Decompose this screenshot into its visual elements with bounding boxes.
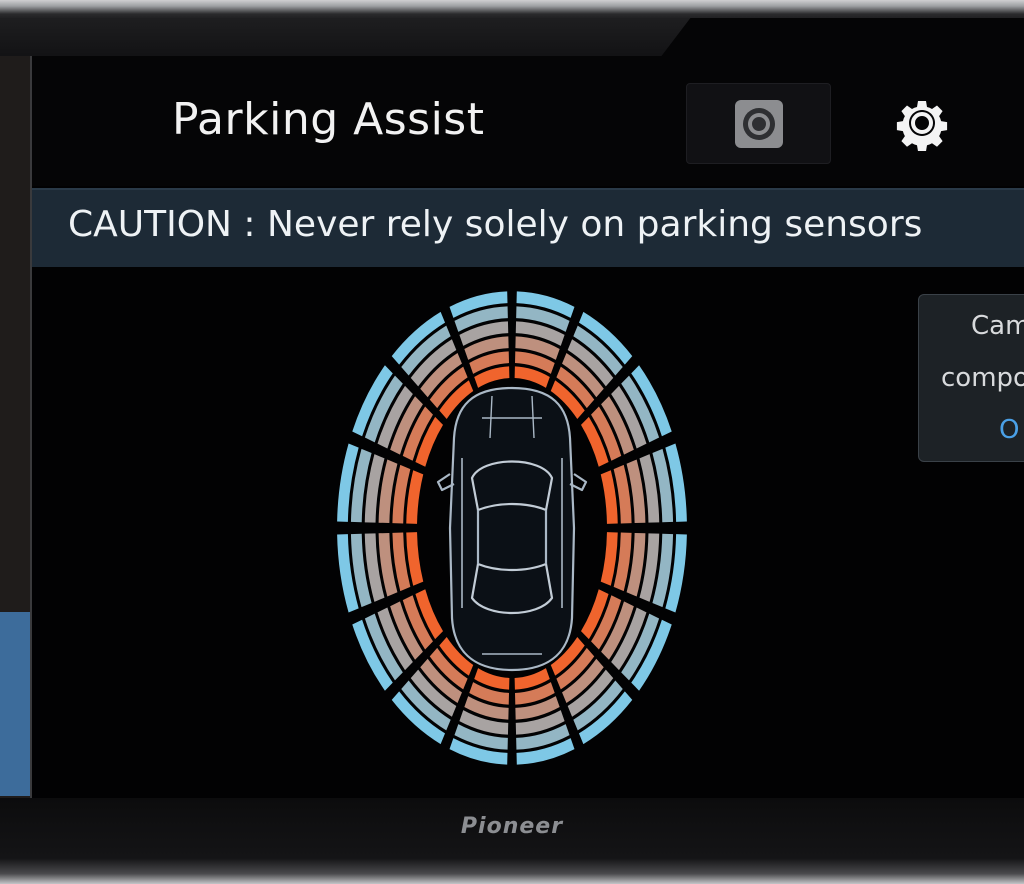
sensor-segment [600, 470, 618, 524]
caution-text: CAUTION : Never rely solely on parking s… [68, 204, 923, 245]
parking-sensor-display [332, 278, 692, 778]
sensor-segment [406, 532, 424, 586]
popup-line-1: Cam [971, 311, 1024, 341]
left-side-panel [0, 56, 32, 798]
sensor-rings [337, 291, 687, 765]
gear-icon [896, 101, 948, 151]
popup-ok-link[interactable]: O [999, 415, 1019, 445]
camera-popup[interactable]: Cam compo O [918, 294, 1024, 462]
sensor-segment [600, 532, 618, 586]
app-header: Parking Assist [32, 56, 1024, 186]
popup-line-2: compo [941, 363, 1024, 393]
page-title: Parking Assist [172, 94, 485, 145]
caution-banner: CAUTION : Never rely solely on parking s… [32, 188, 1024, 267]
settings-button[interactable] [882, 88, 962, 158]
top-bezel-accent [660, 18, 1024, 58]
sensor-segment [406, 470, 424, 524]
bottom-bezel: Pioneer [0, 798, 1024, 884]
side-panel-highlight[interactable] [0, 612, 30, 796]
head-unit-device: Parking Assist CAUTION: Never rely sole… [0, 0, 1024, 884]
camera-view-button[interactable] [686, 83, 831, 164]
camera-icon [734, 99, 783, 148]
screen: Parking Assist CAUTION: Never rely sole… [32, 56, 1024, 798]
car-top-view-icon [436, 386, 588, 672]
brand-logo: Pioneer [460, 814, 564, 839]
